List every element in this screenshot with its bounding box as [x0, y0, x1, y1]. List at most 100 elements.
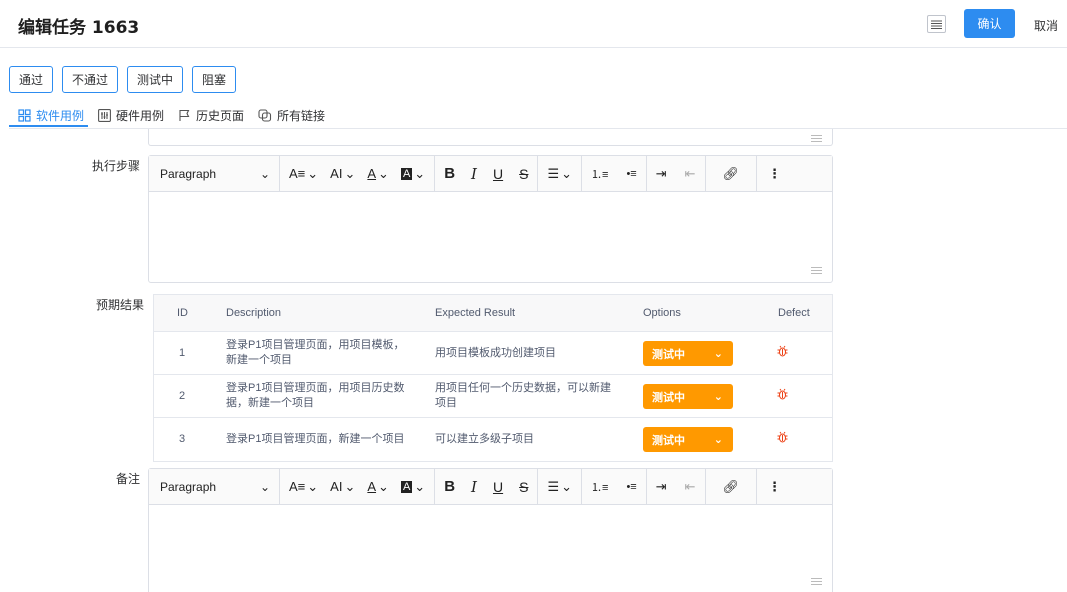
- grid-icon: [18, 109, 31, 122]
- numbered-list-icon: ⒈≡: [591, 481, 609, 494]
- outdent-button[interactable]: ⇤: [682, 474, 699, 500]
- bullet-list-button[interactable]: •≡: [623, 474, 639, 500]
- previous-editor-body[interactable]: [148, 129, 833, 146]
- expected-label: 预期结果: [95, 298, 144, 312]
- highlight-button[interactable]: A ⌄: [398, 161, 428, 187]
- outdent-icon: ⇤: [684, 165, 696, 181]
- tab-label: 软件用例: [36, 109, 85, 123]
- italic-icon: I: [471, 477, 477, 496]
- chevron-down-icon: ⌄: [307, 478, 319, 494]
- bold-button[interactable]: B: [441, 474, 458, 500]
- chevron-down-icon: ⌄: [713, 434, 723, 446]
- tab-history-pages[interactable]: 历史页面: [178, 107, 244, 124]
- chevron-down-icon: ⌄: [561, 165, 573, 181]
- more-button[interactable]: ⋮: [765, 161, 784, 187]
- row-expected: 用项目模板成功创建项目: [435, 346, 556, 361]
- resize-grip-icon[interactable]: [811, 578, 822, 585]
- editor-toolbar: Paragraph ⌄ A≡ ⌄ AI ⌄ A ⌄ A ⌄ B I U S ☰ ⌄ ⒈≡ •…: [149, 156, 832, 192]
- row-id: 1: [179, 347, 186, 359]
- editor-toolbar: Paragraph ⌄ A≡ ⌄ AI ⌄ A ⌄ A ⌄ B I U S ☰ ⌄ ⒈≡ •…: [149, 469, 832, 505]
- chevron-down-icon: ⌄: [307, 165, 319, 181]
- description-line: 据，新建一个项目: [226, 397, 314, 409]
- font-family-button[interactable]: A≡ ⌄: [286, 474, 321, 500]
- align-button[interactable]: ☰ ⌄: [544, 161, 575, 187]
- indent-icon: ⇥: [655, 165, 667, 181]
- link-icon: 🔗︎: [722, 165, 740, 181]
- description-line: 登录P1项目管理页面，用项目模板，: [226, 339, 405, 351]
- italic-button[interactable]: I: [468, 161, 480, 187]
- strikethrough-icon: S: [519, 478, 529, 495]
- font-family-icon: A≡: [289, 479, 306, 494]
- menu-button[interactable]: [927, 15, 946, 33]
- confirm-button[interactable]: 确认: [964, 9, 1015, 38]
- expected-line: 可以建立多级子项目: [435, 433, 534, 445]
- bug-icon[interactable]: [777, 431, 788, 446]
- font-family-icon: A≡: [289, 166, 306, 181]
- font-size-button[interactable]: AI ⌄: [327, 161, 358, 187]
- bug-icon[interactable]: [777, 388, 788, 403]
- chevron-down-icon: ⌄: [344, 478, 356, 494]
- bold-button[interactable]: B: [441, 161, 458, 187]
- tab-hardware-cases[interactable]: 硬件用例: [98, 107, 164, 124]
- font-color-button[interactable]: A ⌄: [364, 474, 392, 500]
- font-family-button[interactable]: A≡ ⌄: [286, 161, 321, 187]
- option-value: 测试中: [652, 391, 685, 404]
- blocked-button[interactable]: 阻塞: [192, 66, 237, 93]
- link-icon: 🔗︎: [722, 478, 740, 494]
- tab-bar: 软件用例 硬件用例 历史页面 所有链接: [9, 104, 1067, 129]
- italic-button[interactable]: I: [468, 474, 480, 500]
- numbered-list-button[interactable]: ⒈≡: [588, 474, 611, 500]
- steps-label: 执行步骤: [91, 159, 140, 173]
- highlight-button[interactable]: A ⌄: [398, 474, 428, 500]
- pass-button[interactable]: 通过: [9, 66, 54, 93]
- tab-all-links[interactable]: 所有链接: [258, 107, 325, 124]
- option-select[interactable]: 测试中 ⌄: [643, 384, 733, 409]
- link-button[interactable]: 🔗︎: [720, 161, 743, 187]
- indent-button[interactable]: ⇥: [653, 474, 670, 500]
- resize-grip-icon[interactable]: [811, 267, 822, 274]
- font-color-button[interactable]: A ⌄: [364, 161, 392, 187]
- tab-software-cases[interactable]: 软件用例: [18, 107, 84, 124]
- notes-editor-body[interactable]: [149, 505, 832, 591]
- steps-editor-body[interactable]: [149, 192, 832, 282]
- tab-label: 历史页面: [196, 109, 245, 123]
- expected-results-table: ID Description Expected Result Options D…: [153, 294, 833, 462]
- chevron-down-icon: ⌄: [259, 479, 270, 494]
- more-vertical-icon: ⋮: [768, 478, 782, 494]
- bug-icon[interactable]: [777, 345, 788, 360]
- bullet-list-button[interactable]: •≡: [623, 161, 639, 187]
- italic-icon: I: [471, 164, 477, 183]
- outdent-button[interactable]: ⇤: [682, 161, 699, 187]
- link-button[interactable]: 🔗︎: [720, 474, 743, 500]
- option-select[interactable]: 测试中 ⌄: [643, 427, 733, 452]
- paragraph-select[interactable]: Paragraph ⌄: [155, 474, 273, 500]
- font-size-button[interactable]: AI ⌄: [327, 474, 358, 500]
- resize-grip-icon[interactable]: [811, 135, 822, 142]
- align-left-icon: ☰: [547, 165, 560, 181]
- chevron-down-icon: ⌄: [378, 165, 389, 181]
- row-expected: 用项目任何一个历史数据，可以新建 项目: [435, 381, 611, 411]
- align-button[interactable]: ☰ ⌄: [544, 474, 575, 500]
- strikethrough-icon: S: [519, 165, 529, 182]
- option-select[interactable]: 测试中 ⌄: [643, 341, 733, 366]
- sliders-icon: [98, 109, 111, 122]
- underline-button[interactable]: U: [490, 161, 506, 187]
- description-line: 登录P1项目管理页面，用项目历史数: [226, 382, 405, 394]
- strikethrough-button[interactable]: S: [516, 161, 531, 187]
- row-description: 登录P1项目管理页面，用项目历史数 据，新建一个项目: [226, 381, 404, 411]
- testing-button[interactable]: 测试中: [127, 66, 184, 93]
- strikethrough-button[interactable]: S: [516, 474, 531, 500]
- more-button[interactable]: ⋮: [765, 474, 784, 500]
- fail-button[interactable]: 不通过: [62, 66, 119, 93]
- indent-button[interactable]: ⇥: [653, 161, 670, 187]
- header-expected-result: Expected Result: [435, 307, 516, 319]
- numbered-list-icon: ⒈≡: [591, 168, 609, 181]
- numbered-list-button[interactable]: ⒈≡: [588, 161, 611, 187]
- underline-button[interactable]: U: [490, 474, 506, 500]
- cancel-button[interactable]: 取消: [1034, 17, 1058, 34]
- row-id: 2: [179, 390, 186, 402]
- row-description: 登录P1项目管理页面，新建一个项目: [226, 432, 404, 447]
- chevron-down-icon: ⌄: [259, 166, 270, 181]
- indent-icon: ⇥: [655, 478, 667, 494]
- paragraph-select[interactable]: Paragraph ⌄: [155, 161, 273, 187]
